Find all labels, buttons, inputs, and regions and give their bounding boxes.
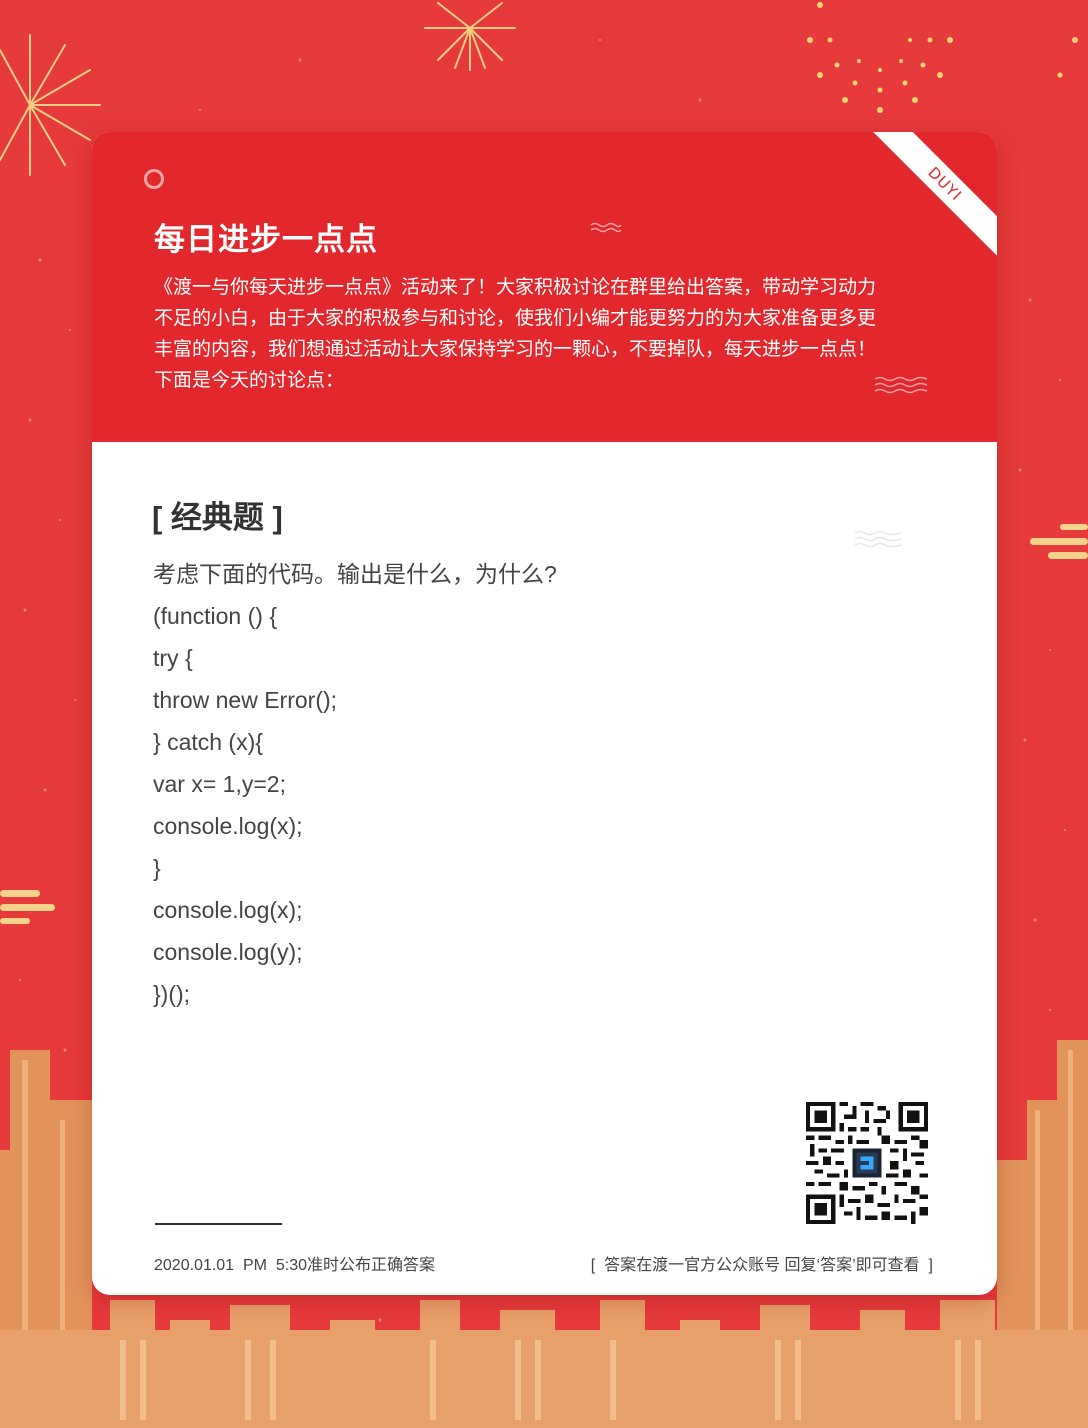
code-line: } catch (x){ (153, 729, 263, 755)
code-line: var x= 1,y=2; (153, 771, 286, 797)
answer-time-text: 2020.01.01 PM 5:30准时公布正确答案 (154, 1257, 436, 1274)
question-card: DUYI 每日进步一点点 《渡一与你每天进步一点点》活动来了！大家积极讨论在群里… (92, 132, 997, 1295)
answer-hint-text: [ 答案在渡一官方公众账号 回复‘答案’即可查看 ] (590, 1257, 933, 1274)
wave-decoration (590, 222, 622, 233)
question-text: 考虑下面的代码。输出是什么，为什么? (153, 561, 557, 587)
code-line: console.log(x); (153, 897, 303, 923)
wave-decoration (854, 530, 902, 548)
intro-text: 《渡一与你每天进步一点点》活动来了！大家积极讨论在群里给出答案，带动学习动力不足… (154, 277, 877, 391)
section-title: [ 经典题 ] (152, 500, 283, 535)
ring-decoration (144, 169, 164, 189)
code-block: (function () { try { throw new Error(); … (153, 595, 337, 1015)
code-line: throw new Error(); (153, 687, 338, 713)
brand-ribbon: DUYI (864, 132, 997, 265)
code-line: try { (153, 645, 193, 671)
wave-decoration (874, 376, 928, 394)
page-title: 每日进步一点点 (154, 222, 378, 257)
code-line: } (153, 855, 161, 881)
code-line: })(); (153, 981, 191, 1007)
code-line: console.log(x); (153, 813, 303, 839)
qr-code (806, 1102, 928, 1224)
code-line: console.log(y); (153, 939, 303, 965)
card-header: DUYI 每日进步一点点 《渡一与你每天进步一点点》活动来了！大家积极讨论在群里… (92, 132, 997, 442)
footer-divider (155, 1223, 282, 1225)
code-line: (function () { (153, 603, 277, 629)
